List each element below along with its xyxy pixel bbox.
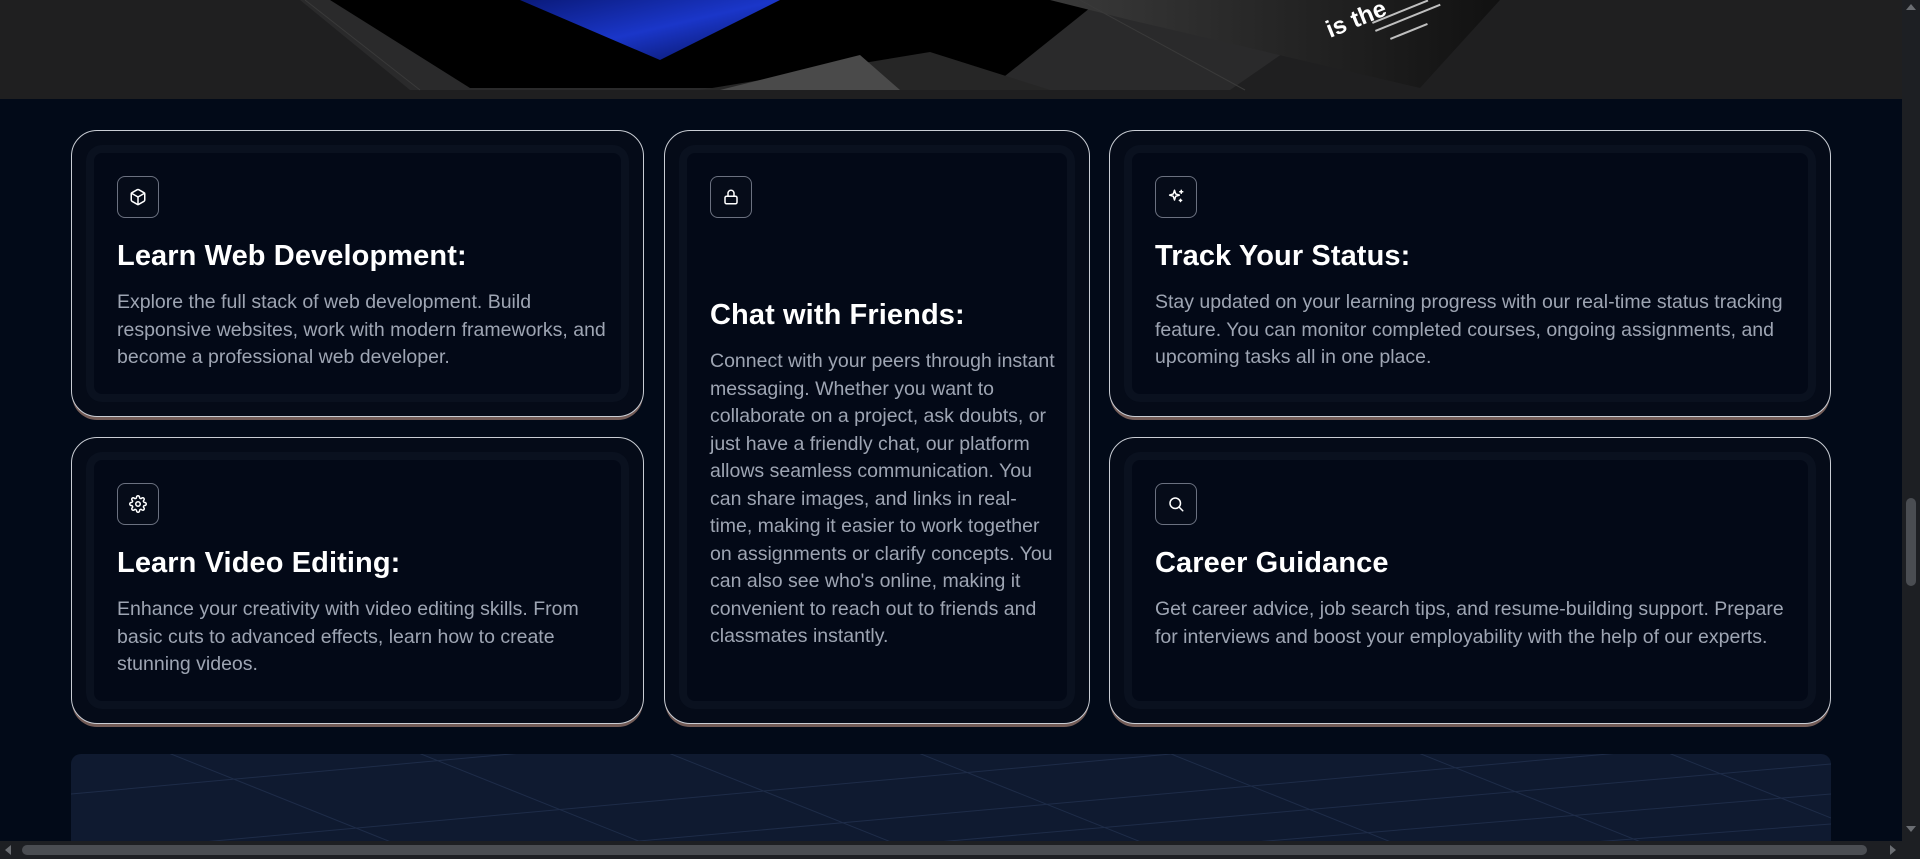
- feature-icon-box: [117, 176, 159, 218]
- scroll-left-arrow-icon[interactable]: [5, 845, 11, 855]
- feature-description: Explore the full stack of web developmen…: [117, 291, 606, 368]
- horizontal-scrollbar[interactable]: [0, 841, 1902, 859]
- feature-card-chat: Chat with Friends: Connect with your pee…: [664, 130, 1090, 724]
- feature-card-inner: Learn Video Editing: Enhance your creati…: [86, 452, 629, 709]
- feature-title: Learn Web Development:: [117, 240, 467, 272]
- feature-card-career-guidance: Career Guidance Get career advice, job s…: [1109, 437, 1831, 724]
- feature-description: Enhance your creativity with video editi…: [117, 598, 579, 675]
- feature-description: Get career advice, job search tips, and …: [1155, 598, 1784, 648]
- sparkles-icon: [1168, 189, 1184, 203]
- scrollbar-corner: [1902, 841, 1920, 859]
- feature-icon-box: [117, 483, 159, 525]
- feature-description: Connect with your peers through instant …: [710, 350, 1055, 647]
- feature-card-inner: Career Guidance Get career advice, job s…: [1124, 452, 1816, 709]
- grid-pattern: [71, 754, 1831, 841]
- feature-card-inner: Learn Web Development: Explore the full …: [86, 145, 629, 402]
- feature-card-inner: Chat with Friends: Connect with your pee…: [679, 145, 1075, 709]
- scroll-right-arrow-icon[interactable]: [1890, 845, 1896, 855]
- feature-title: Track Your Status:: [1155, 240, 1411, 272]
- feature-description: Stay updated on your learning progress w…: [1155, 291, 1783, 368]
- feature-icon-box: [1155, 483, 1197, 525]
- feature-card-inner: Track Your Status: Stay updated on your …: [1124, 145, 1816, 402]
- bottom-grid-panel: [71, 754, 1831, 841]
- search-icon: [1169, 497, 1184, 512]
- horizontal-scroll-thumb[interactable]: [22, 845, 1867, 855]
- feature-title: Learn Video Editing:: [117, 547, 401, 579]
- gear-icon: [129, 495, 147, 513]
- feature-icon-box: [710, 176, 752, 218]
- feature-card-track-status: Track Your Status: Stay updated on your …: [1109, 130, 1831, 417]
- feature-card-video-editing: Learn Video Editing: Enhance your creati…: [71, 437, 644, 724]
- hero-collage-image: is the: [0, 0, 1902, 99]
- scroll-up-arrow-icon[interactable]: [1906, 4, 1916, 10]
- cube-icon: [130, 188, 146, 206]
- feature-title: Chat with Friends:: [710, 299, 965, 331]
- feature-title: Career Guidance: [1155, 547, 1389, 579]
- hero-image-strip: is the: [0, 0, 1902, 99]
- feature-icon-box: [1155, 176, 1197, 218]
- feature-card-web-development: Learn Web Development: Explore the full …: [71, 130, 644, 417]
- vertical-scroll-thumb[interactable]: [1906, 498, 1916, 586]
- page-viewport: is the Learn Web Development: Explore th…: [0, 0, 1902, 841]
- scroll-down-arrow-icon[interactable]: [1906, 826, 1916, 832]
- lock-icon: [724, 189, 738, 205]
- vertical-scrollbar[interactable]: [1902, 0, 1920, 841]
